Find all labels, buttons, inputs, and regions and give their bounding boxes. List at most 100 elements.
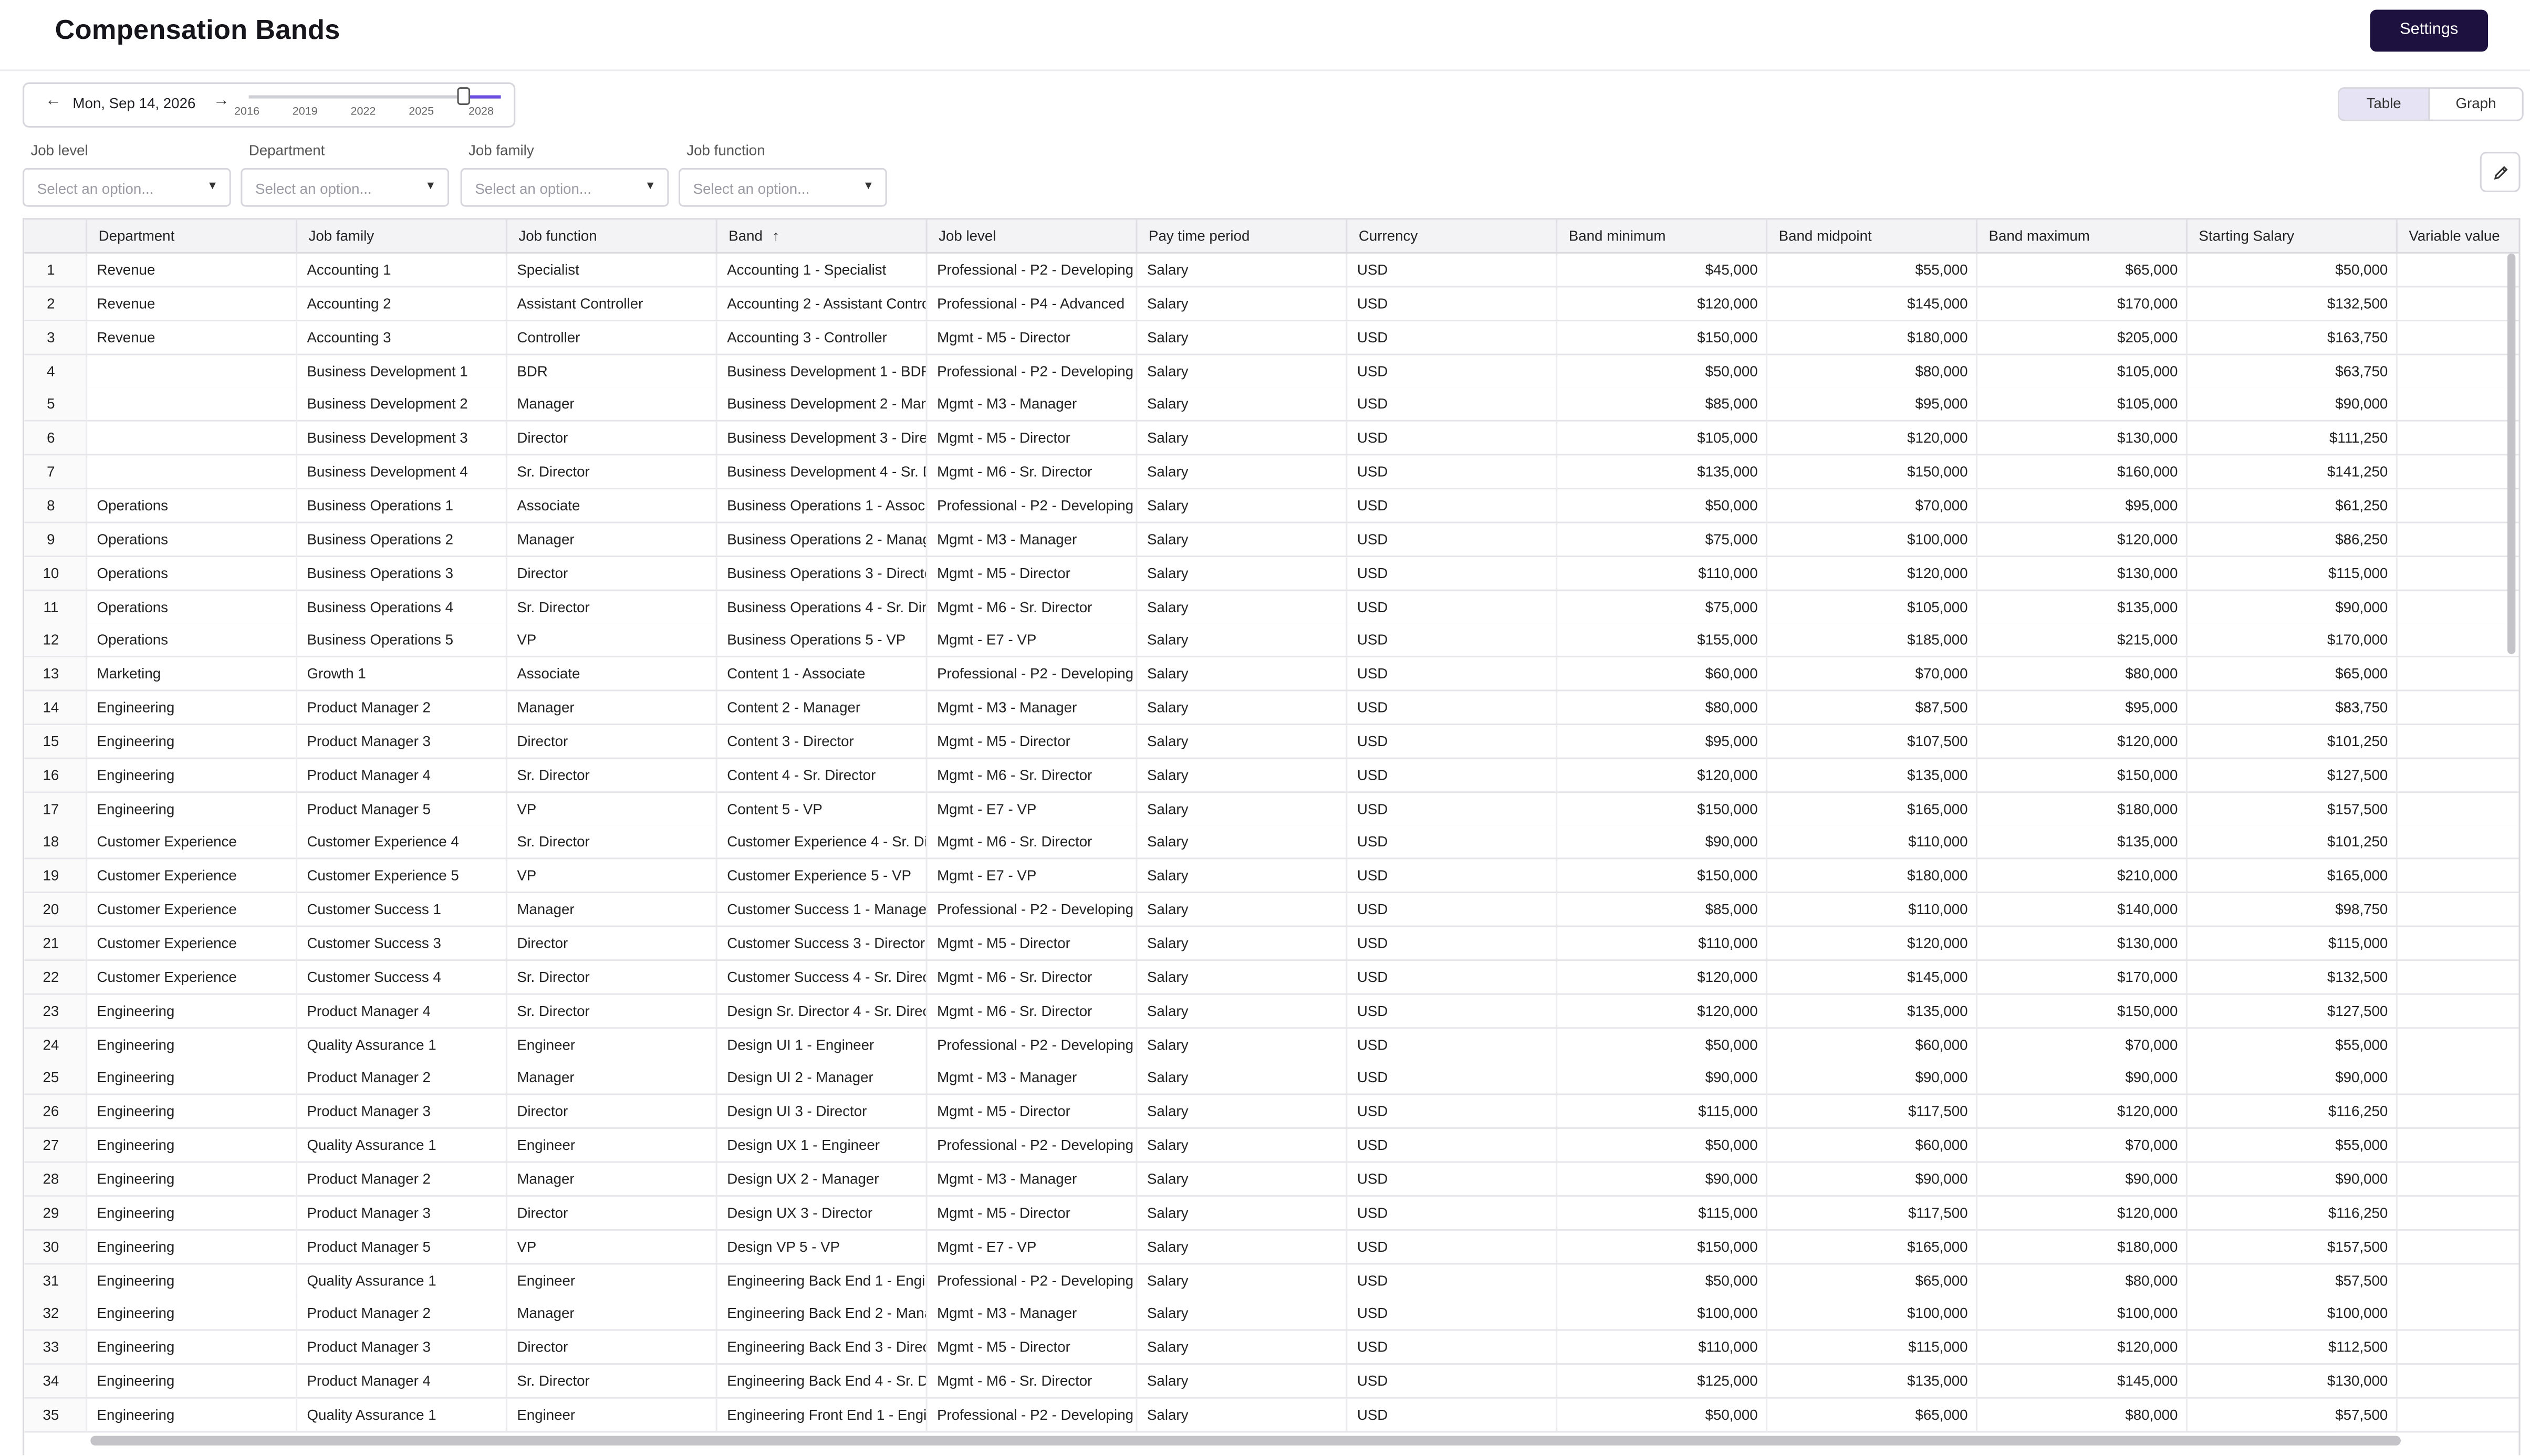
cell-starting-salary[interactable]: $90,000 xyxy=(2188,1162,2398,1196)
cell-department[interactable]: Engineering xyxy=(87,1129,297,1161)
cell-job-level[interactable]: Professional - P2 - Developing xyxy=(928,489,1138,522)
cell-department[interactable]: Engineering xyxy=(87,758,297,791)
cell-currency[interactable]: USD xyxy=(1347,624,1558,656)
cell-band-midpoint[interactable]: $100,000 xyxy=(1767,1297,1978,1330)
cell-band-maximum[interactable]: $205,000 xyxy=(1977,321,2188,353)
cell-variable-value[interactable] xyxy=(2398,354,2519,387)
cell-job-level[interactable]: Mgmt - E7 - VP xyxy=(928,792,1138,825)
table-row[interactable]: 24 Engineering Quality Assurance 1 Engineer… xyxy=(24,1028,2519,1062)
cell-variable-value[interactable] xyxy=(2398,1264,2519,1296)
table-row[interactable]: 14 Engineering Product Manager 2 Manager Con… xyxy=(24,691,2519,726)
cell-band-midpoint[interactable]: $55,000 xyxy=(1767,253,1978,286)
cell-band-midpoint[interactable]: $87,500 xyxy=(1767,691,1978,724)
cell-pay-time-period[interactable]: Salary xyxy=(1138,657,1348,690)
cell-band[interactable]: Design UI 2 - Manager xyxy=(717,1062,928,1094)
table-row[interactable]: 20 Customer Experience Customer Success 1M… xyxy=(24,893,2519,928)
table-row[interactable]: 6 Business Development 3 Director Business … xyxy=(24,422,2519,456)
cell-currency[interactable]: USD xyxy=(1347,354,1558,387)
cell-pay-time-period[interactable]: Salary xyxy=(1138,691,1348,724)
cell-job-level[interactable]: Mgmt - M5 - Director xyxy=(928,1196,1138,1229)
cell-band-minimum[interactable]: $90,000 xyxy=(1557,1162,1768,1196)
cell-currency[interactable]: USD xyxy=(1347,1129,1558,1161)
cell-department[interactable]: Engineering xyxy=(87,725,297,758)
cell-band-maximum[interactable]: $130,000 xyxy=(1977,927,2188,960)
cell-band-midpoint[interactable]: $70,000 xyxy=(1767,657,1978,690)
cell-band[interactable]: Design UX 1 - Engineer xyxy=(717,1129,928,1161)
cell-band-minimum[interactable]: $90,000 xyxy=(1557,826,1768,858)
cell-pay-time-period[interactable]: Salary xyxy=(1138,388,1348,421)
cell-band-maximum[interactable]: $80,000 xyxy=(1977,1398,2188,1431)
cell-currency[interactable]: USD xyxy=(1347,1365,1558,1397)
cell-band-minimum[interactable]: $85,000 xyxy=(1557,893,1768,926)
column-header-job-level[interactable]: Job level xyxy=(928,219,1138,252)
cell-job-function[interactable]: Manager xyxy=(507,1162,717,1196)
cell-variable-value[interactable] xyxy=(2398,456,2519,488)
cell-band[interactable]: Content 2 - Manager xyxy=(717,691,928,724)
cell-job-family[interactable]: Quality Assurance 1 xyxy=(297,1263,507,1296)
column-header-band[interactable]: Band ↑ xyxy=(717,219,928,252)
cell-job-function[interactable]: Assistant Controller xyxy=(507,287,717,320)
cell-variable-value[interactable] xyxy=(2398,287,2519,320)
cell-currency[interactable]: USD xyxy=(1347,287,1558,320)
cell-band-maximum[interactable]: $170,000 xyxy=(1977,287,2188,320)
cell-job-family[interactable]: Product Manager 5 xyxy=(297,1230,507,1263)
table-row[interactable]: 18 Customer Experience Customer Experience… xyxy=(24,826,2519,860)
cell-starting-salary[interactable]: $90,000 xyxy=(2188,388,2398,421)
cell-job-level[interactable]: Professional - P2 - Developing xyxy=(928,1129,1138,1161)
cell-band-maximum[interactable]: $150,000 xyxy=(1977,758,2188,791)
cell-job-level[interactable]: Professional - P2 - Developing xyxy=(928,893,1138,926)
cell-variable-value[interactable] xyxy=(2398,1028,2519,1061)
cell-band-midpoint[interactable]: $117,500 xyxy=(1767,1196,1978,1229)
cell-band[interactable]: Engineering Back End 1 - Engineer xyxy=(717,1263,928,1296)
cell-band-midpoint[interactable]: $90,000 xyxy=(1767,1062,1978,1094)
cell-job-family[interactable]: Business Development 4 xyxy=(297,455,507,488)
cell-starting-salary[interactable]: $61,250 xyxy=(2188,489,2398,522)
cell-band-minimum[interactable]: $50,000 xyxy=(1557,1263,1768,1296)
cell-pay-time-period[interactable]: Salary xyxy=(1138,960,1348,993)
table-row[interactable]: 8 Operations Business Operations 1 Associat… xyxy=(24,489,2519,523)
cell-department[interactable]: Engineering xyxy=(87,1095,297,1128)
table-row[interactable]: 16 Engineering Product Manager 4 Sr. Direct… xyxy=(24,758,2519,793)
cell-band-minimum[interactable]: $120,000 xyxy=(1557,994,1768,1027)
cell-currency[interactable]: USD xyxy=(1347,489,1558,522)
cell-band-midpoint[interactable]: $135,000 xyxy=(1767,994,1978,1027)
table-row[interactable]: 9 Operations Business Operations 2 Manager B… xyxy=(24,522,2519,557)
cell-band-maximum[interactable]: $105,000 xyxy=(1977,354,2188,387)
cell-band-minimum[interactable]: $80,000 xyxy=(1557,691,1768,724)
cell-job-level[interactable]: Mgmt - M5 - Director xyxy=(928,321,1138,353)
cell-band[interactable]: Customer Experience 4 - Sr. Director xyxy=(717,826,928,858)
cell-department[interactable]: Customer Experience xyxy=(87,860,297,892)
cell-currency[interactable]: USD xyxy=(1347,994,1558,1027)
cell-variable-value[interactable] xyxy=(2398,725,2519,758)
cell-band-midpoint[interactable]: $65,000 xyxy=(1767,1263,1978,1296)
cell-band[interactable]: Design Sr. Director 4 - Sr. Director xyxy=(717,994,928,1027)
cell-band-minimum[interactable]: $105,000 xyxy=(1557,422,1768,455)
cell-pay-time-period[interactable]: Salary xyxy=(1138,253,1348,286)
cell-band-midpoint[interactable]: $95,000 xyxy=(1767,388,1978,421)
cell-currency[interactable]: USD xyxy=(1347,826,1558,858)
cell-starting-salary[interactable]: $157,500 xyxy=(2188,792,2398,825)
cell-department[interactable] xyxy=(87,422,297,455)
cell-currency[interactable]: USD xyxy=(1347,590,1558,623)
cell-job-family[interactable]: Product Manager 4 xyxy=(297,994,507,1027)
cell-starting-salary[interactable]: $127,500 xyxy=(2188,994,2398,1027)
cell-variable-value[interactable] xyxy=(2398,792,2519,825)
cell-starting-salary[interactable]: $57,500 xyxy=(2188,1263,2398,1296)
cell-job-function[interactable]: Associate xyxy=(507,657,717,690)
cell-band-midpoint[interactable]: $135,000 xyxy=(1767,1365,1978,1397)
cell-department[interactable]: Engineering xyxy=(87,691,297,724)
job-function-select[interactable]: Select an option... ▼ xyxy=(678,167,887,207)
cell-starting-salary[interactable]: $141,250 xyxy=(2188,455,2398,488)
cell-band-maximum[interactable]: $120,000 xyxy=(1977,1095,2188,1128)
cell-band-midpoint[interactable]: $150,000 xyxy=(1767,455,1978,488)
cell-job-family[interactable]: Product Manager 3 xyxy=(297,1196,507,1229)
cell-variable-value[interactable] xyxy=(2398,860,2519,892)
cell-job-function[interactable]: Director xyxy=(507,927,717,960)
cell-starting-salary[interactable]: $132,500 xyxy=(2188,287,2398,320)
table-row[interactable]: 15 Engineering Product Manager 3 Director Co… xyxy=(24,725,2519,759)
cell-band-minimum[interactable]: $150,000 xyxy=(1557,1230,1768,1263)
cell-band[interactable]: Business Operations 4 - Sr. Director xyxy=(717,590,928,623)
cell-currency[interactable]: USD xyxy=(1347,927,1558,960)
cell-band-midpoint[interactable]: $80,000 xyxy=(1767,354,1978,387)
cell-pay-time-period[interactable]: Salary xyxy=(1138,422,1348,455)
